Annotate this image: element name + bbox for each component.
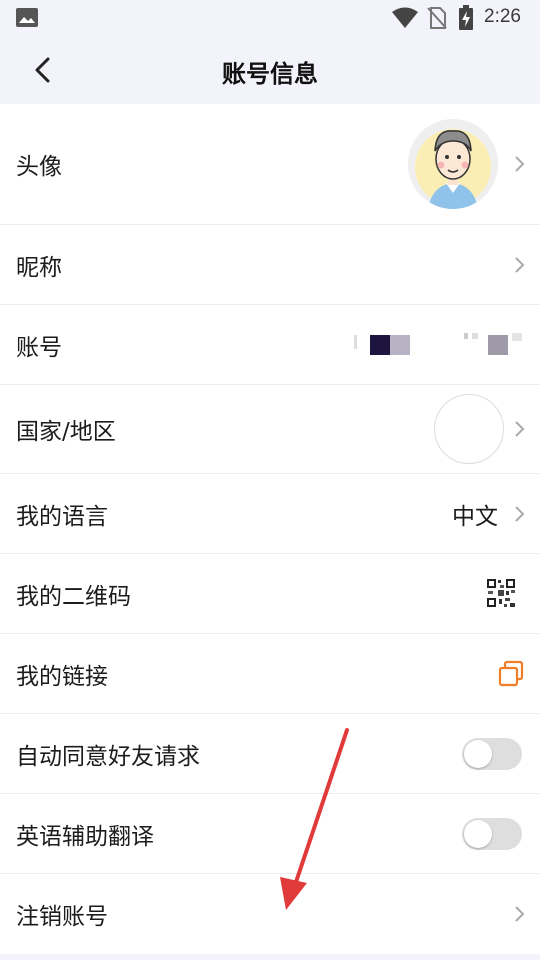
row-label: 注销账号 xyxy=(16,904,108,930)
account-number-masked xyxy=(354,333,522,355)
english-assist-toggle[interactable] xyxy=(462,818,522,850)
no-sim-icon xyxy=(427,7,447,29)
row-avatar[interactable]: 头像 xyxy=(0,104,540,225)
toggle-knob xyxy=(464,820,492,848)
language-value: 中文 xyxy=(452,503,498,530)
app-header: 账号信息 xyxy=(0,36,540,104)
chevron-right-icon xyxy=(515,156,525,172)
chevron-right-icon xyxy=(515,505,525,522)
row-label: 我的链接 xyxy=(16,663,108,690)
row-english-assist: 英语辅助翻译 xyxy=(0,794,540,874)
chevron-right-icon xyxy=(515,906,525,922)
row-deactivate[interactable]: 注销账号 xyxy=(0,874,540,954)
auto-accept-toggle[interactable] xyxy=(462,738,522,770)
page-title: 账号信息 xyxy=(222,60,318,88)
region-flag-placeholder xyxy=(434,394,504,464)
row-label: 自动同意好友请求 xyxy=(16,743,200,770)
row-qrcode[interactable]: 我的二维码 xyxy=(0,554,540,634)
chevron-right-icon xyxy=(515,256,525,273)
row-label: 英语辅助翻译 xyxy=(16,823,154,850)
copy-icon[interactable] xyxy=(497,660,525,688)
image-icon xyxy=(16,8,38,27)
row-label: 国家/地区 xyxy=(16,419,116,445)
avatar[interactable] xyxy=(408,119,498,209)
row-region[interactable]: 国家/地区 xyxy=(0,385,540,474)
status-bar: 2:26 xyxy=(0,0,540,36)
toggle-knob xyxy=(464,740,492,768)
clock: 2:26 xyxy=(484,6,521,27)
row-label: 昵称 xyxy=(16,254,62,281)
row-label: 我的语言 xyxy=(16,503,108,530)
row-link[interactable]: 我的链接 xyxy=(0,634,540,714)
row-label: 账号 xyxy=(16,334,62,361)
row-account: 账号 xyxy=(0,305,540,385)
avatar-illustration xyxy=(408,119,498,209)
row-label: 头像 xyxy=(16,154,62,180)
row-nickname[interactable]: 昵称 xyxy=(0,225,540,305)
settings-list: 头像 昵称 账号 国家/地区 我的语言 中文 我的二维码 我的链接 自动同意好友… xyxy=(0,104,540,954)
row-auto-accept: 自动同意好友请求 xyxy=(0,714,540,794)
row-language[interactable]: 我的语言 中文 xyxy=(0,474,540,554)
chevron-right-icon xyxy=(515,421,525,437)
wifi-icon xyxy=(392,7,418,28)
battery-charging-icon xyxy=(459,5,473,30)
row-label: 我的二维码 xyxy=(16,583,131,610)
qr-code-icon xyxy=(486,578,516,608)
